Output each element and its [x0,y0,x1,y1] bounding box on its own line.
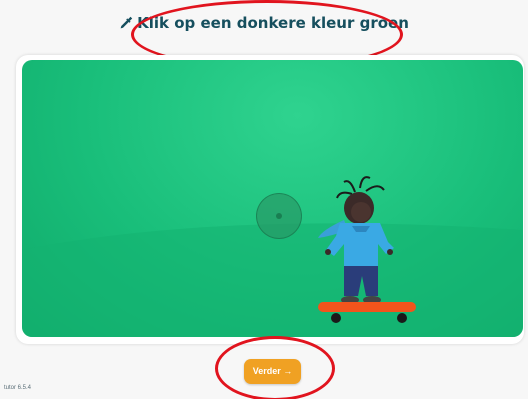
instruction-title: Klik op een donkere kleur groen [0,14,528,32]
floor-curve [22,223,523,337]
color-picker-cursor [256,193,302,239]
next-button[interactable]: Verder → [244,359,301,384]
color-picker-icon [120,16,133,29]
version-label: tutor 6.5.4 [4,385,32,391]
instruction-text: Klik op een donkere kleur groen [137,14,409,32]
app-page: Klik op een donkere kleur groen Verder →… [0,0,528,399]
